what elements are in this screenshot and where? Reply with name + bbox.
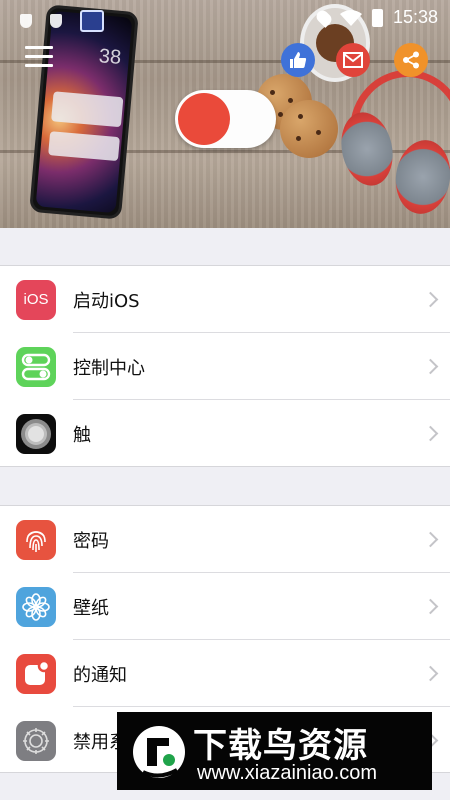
row-label: 的通知 <box>73 664 127 686</box>
row-passcode[interactable]: 密码 <box>0 506 450 573</box>
phone-illustration: 38 <box>29 4 139 220</box>
notification-icon <box>16 653 56 694</box>
hamburger-icon-line <box>25 55 53 58</box>
phone-screen: 38 <box>35 10 133 214</box>
fingerprint-icon <box>16 519 56 560</box>
phone-clock: 38 <box>97 45 123 69</box>
row-label: 密码 <box>73 530 109 552</box>
flower-icon <box>16 586 56 627</box>
battery-icon <box>371 8 383 27</box>
mail-icon <box>343 52 363 68</box>
header-banner: 38 15:38 <box>0 0 450 228</box>
location-icon <box>314 7 334 28</box>
status-time: 15:38 <box>392 7 438 27</box>
row-label: 触 <box>73 424 91 446</box>
watermark-title: 下载鸟资源 <box>193 726 368 766</box>
chevron-right-icon <box>422 531 439 548</box>
watermark-banner: 下载鸟资源 www.xiazainiao.com <box>117 712 432 790</box>
cookie-image <box>280 100 338 158</box>
watermark-url: www.xiazainiao.com <box>197 762 378 784</box>
share-button[interactable] <box>394 43 428 77</box>
chevron-right-icon <box>422 358 439 375</box>
row-launch-ios[interactable]: iOS 启动iOS <box>0 266 450 333</box>
chevron-right-icon <box>422 598 439 615</box>
share-icon <box>403 51 419 69</box>
shield-icon <box>50 14 62 28</box>
hamburger-icon-line <box>25 64 53 67</box>
row-label: 启动iOS <box>73 290 140 312</box>
wifi-icon <box>339 9 362 26</box>
ios-enable-toggle[interactable] <box>175 90 276 148</box>
phone-notification-card <box>48 131 120 162</box>
shield-icon <box>20 14 32 28</box>
row-control-center[interactable]: 控制中心 <box>0 333 450 400</box>
status-bar: 15:38 <box>0 0 450 36</box>
ios-icon-text: iOS <box>23 291 49 308</box>
hamburger-icon-line <box>25 46 53 49</box>
row-notifications[interactable]: 的通知 <box>0 640 450 707</box>
settings-group-main: iOS 启动iOS 控制中心 触 <box>0 265 450 467</box>
like-button[interactable] <box>281 43 315 77</box>
row-assistive-touch[interactable]: 触 <box>0 400 450 467</box>
assistive-touch-icon <box>16 413 56 454</box>
chevron-right-icon <box>422 291 439 308</box>
row-wallpaper[interactable]: 壁纸 <box>0 573 450 640</box>
menu-button[interactable] <box>25 46 53 68</box>
gear-icon <box>16 720 56 761</box>
bird-logo-icon <box>133 726 185 778</box>
row-label: 控制中心 <box>73 357 145 379</box>
ios-icon: iOS <box>16 279 56 320</box>
row-label: 壁纸 <box>73 597 109 619</box>
chevron-right-icon <box>422 425 439 442</box>
toggle-knob <box>178 93 230 145</box>
phone-notification-card <box>51 91 124 128</box>
chevron-right-icon <box>422 665 439 682</box>
email-button[interactable] <box>336 43 370 77</box>
control-center-icon <box>16 346 56 387</box>
thumbs-up-icon <box>290 52 307 68</box>
app-notification-icon <box>80 10 104 32</box>
